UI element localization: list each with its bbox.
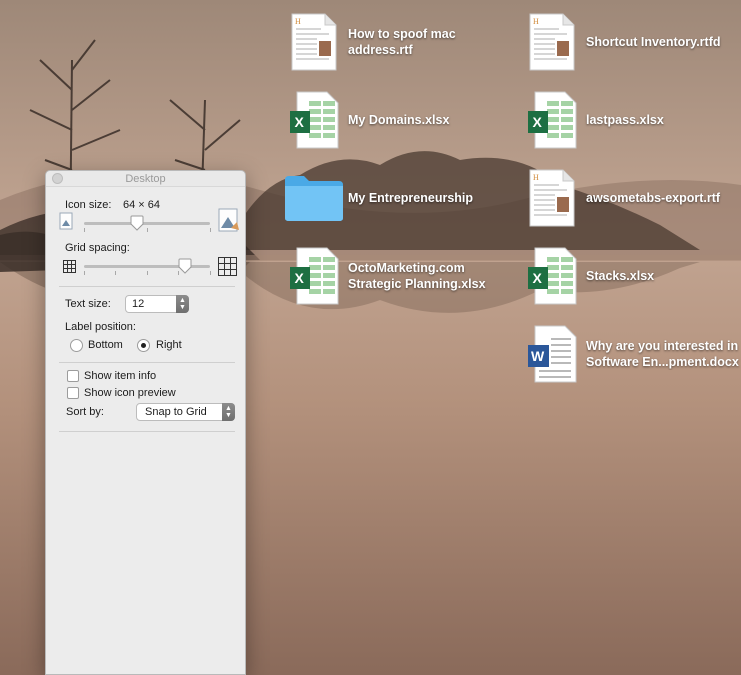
desktop-file-awsometabs-export[interactable]: H awsometabs-export.rtf xyxy=(522,168,741,228)
desktop-file-octomarketing[interactable]: X OctoMarketing.com Strategic Planning.x… xyxy=(284,246,523,306)
word-icon: W xyxy=(522,324,582,384)
sort-by-value: Snap to Grid xyxy=(145,406,207,418)
text-size-value: 12 xyxy=(132,298,145,310)
svg-text:H: H xyxy=(295,17,301,26)
large-icon-size-icon xyxy=(218,208,240,239)
rtf-document-icon: H xyxy=(522,12,582,72)
text-size-select[interactable]: 12 ▲ ▼ xyxy=(125,295,189,313)
label-position-label: Label position: xyxy=(65,321,136,333)
desktop-file-label: My Domains.xlsx xyxy=(348,113,450,127)
desktop-file-label: Stacks.xlsx xyxy=(586,269,655,283)
svg-text:H: H xyxy=(533,17,539,26)
popup-arrows-icon: ▲ ▼ xyxy=(222,403,235,421)
panel-titlebar[interactable]: Desktop xyxy=(46,171,245,187)
desktop-folder-my-entrepreneurship[interactable]: My Entrepreneurship xyxy=(284,168,523,228)
rtf-document-icon: H xyxy=(522,168,582,228)
divider xyxy=(59,431,235,432)
desktop-file-stacks[interactable]: X Stacks.xlsx xyxy=(522,246,741,306)
label-position-bottom-label: Bottom xyxy=(88,339,123,351)
desktop-file-my-domains[interactable]: X My Domains.xlsx xyxy=(284,90,523,150)
tight-grid-icon xyxy=(63,260,76,278)
popup-arrows-icon: ▲ ▼ xyxy=(176,295,189,313)
excel-icon: X xyxy=(284,90,344,150)
desktop-file-how-to-spoof[interactable]: H How to spoof mac address.rtf xyxy=(284,12,523,72)
desktop-file-lastpass[interactable]: X lastpass.xlsx xyxy=(522,90,741,150)
svg-text:X: X xyxy=(295,114,305,130)
icon-size-value: 64 × 64 xyxy=(123,199,161,211)
label-position-right-label: Right xyxy=(156,339,182,351)
panel-title: Desktop xyxy=(125,173,166,185)
rtf-document-icon: H xyxy=(284,12,344,72)
sort-by-select[interactable]: Snap to Grid ▲ ▼ xyxy=(136,403,235,421)
close-button[interactable] xyxy=(52,173,63,184)
excel-icon: X xyxy=(522,246,582,306)
svg-text:X: X xyxy=(533,270,543,286)
icon-size-label: Icon size: xyxy=(65,199,112,211)
desktop-file-label: OctoMarketing.com Strategic Planning.xls… xyxy=(348,261,486,291)
svg-text:X: X xyxy=(533,114,543,130)
sort-by-label: Sort by: xyxy=(66,406,104,418)
show-icon-preview-label: Show icon preview xyxy=(84,387,176,399)
desktop-file-label: Why are you interested in Software En...… xyxy=(586,339,739,369)
desktop-file-label: Shortcut Inventory.rtfd xyxy=(586,35,721,49)
desktop-file-label: How to spoof mac address.rtf xyxy=(348,27,456,57)
folder-icon xyxy=(284,168,344,228)
grid-spacing-slider-knob[interactable] xyxy=(178,258,192,274)
divider xyxy=(59,362,235,363)
show-item-info-label: Show item info xyxy=(84,370,157,382)
svg-text:H: H xyxy=(533,173,539,182)
wide-grid-icon xyxy=(218,257,237,281)
excel-icon: X xyxy=(284,246,344,306)
desktop-file-why-interested[interactable]: W Why are you interested in Software En.… xyxy=(522,324,741,384)
text-size-label: Text size: xyxy=(65,298,111,310)
small-icon-size-icon xyxy=(59,212,75,237)
desktop-file-shortcut-inventory[interactable]: H Shortcut Inventory.rtfd xyxy=(522,12,741,72)
desktop-file-label: awsometabs-export.rtf xyxy=(586,191,721,205)
desktop-view-options-panel: Desktop Icon size: 64 × 64 Grid spacing:… xyxy=(45,170,246,675)
icon-size-slider-knob[interactable] xyxy=(130,215,144,231)
excel-icon: X xyxy=(522,90,582,150)
label-position-bottom-radio[interactable] xyxy=(70,339,83,352)
desktop-file-label: lastpass.xlsx xyxy=(586,113,664,127)
grid-spacing-label: Grid spacing: xyxy=(65,242,130,254)
svg-text:X: X xyxy=(295,270,305,286)
icon-size-slider-track[interactable] xyxy=(84,222,210,225)
show-item-info-checkbox[interactable] xyxy=(67,370,79,382)
label-position-right-radio[interactable] xyxy=(137,339,150,352)
svg-text:W: W xyxy=(531,348,545,364)
show-icon-preview-checkbox[interactable] xyxy=(67,387,79,399)
divider xyxy=(59,286,235,287)
desktop-file-label: My Entrepreneurship xyxy=(348,191,474,205)
